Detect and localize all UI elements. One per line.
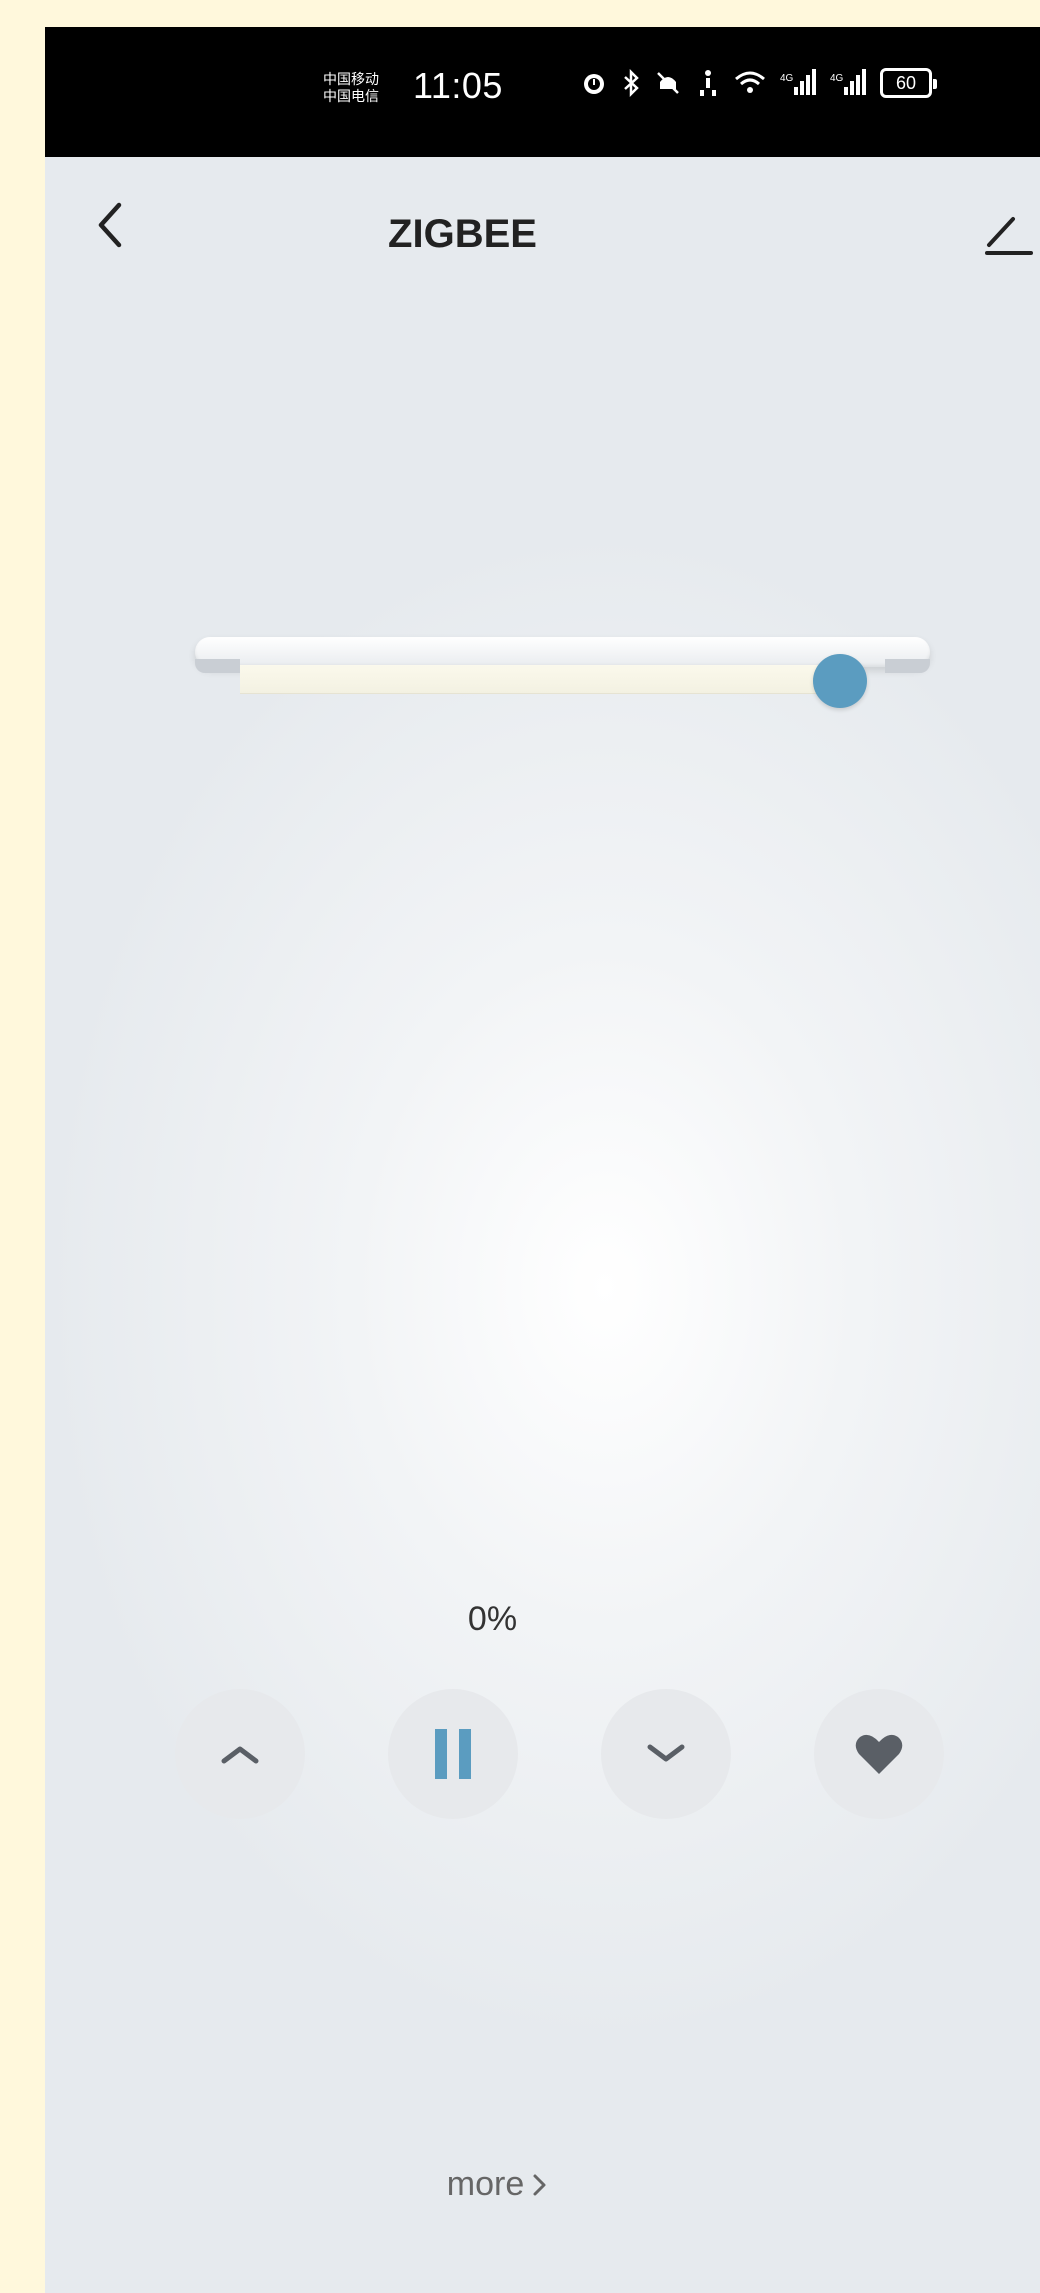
- open-button[interactable]: [175, 1689, 305, 1819]
- favorite-button[interactable]: [814, 1689, 944, 1819]
- signal-icon-2: 4G: [830, 69, 866, 95]
- pencil-icon: [985, 217, 1033, 255]
- slider-thumb[interactable]: [812, 654, 867, 708]
- more-link[interactable]: more: [447, 2165, 548, 2204]
- page-title-wrap: ZIGBEE: [45, 212, 1040, 257]
- signal-icon: 4G: [780, 69, 816, 95]
- battery-indicator: 60: [880, 68, 937, 98]
- mute-icon: [657, 72, 679, 94]
- svg-text:4G: 4G: [780, 73, 794, 84]
- edit-button[interactable]: [983, 209, 1033, 259]
- pause-button[interactable]: [388, 1689, 518, 1819]
- status-icons: 4G 4G 60: [580, 63, 937, 103]
- close-button[interactable]: [601, 1689, 731, 1819]
- svg-text:4G: 4G: [830, 73, 844, 84]
- status-bar: 中国移动 中国电信 11:05 4G 4G 60: [45, 27, 1040, 157]
- alarm-icon: [584, 74, 604, 94]
- top-bar: ZIGBEE: [45, 157, 1040, 267]
- carrier-2: 中国电信: [323, 88, 379, 104]
- chevron-down-icon: [647, 1744, 685, 1762]
- pause-icon: [435, 1729, 471, 1779]
- curtain-controls: [175, 1689, 995, 1819]
- chevron-up-icon: [221, 1746, 259, 1764]
- rail-end-right: [885, 659, 930, 673]
- percent-wrap: 0%: [45, 1600, 1040, 1639]
- chevron-right-icon: [533, 2174, 546, 2195]
- status-time: 11:05: [413, 65, 503, 106]
- open-percentage: 0%: [467, 1600, 518, 1638]
- page-title: ZIGBEE: [388, 212, 537, 256]
- more-label: more: [446, 2165, 525, 2203]
- rail-end-left: [195, 659, 240, 673]
- bluetooth-icon: [624, 69, 639, 97]
- carrier-1: 中国移动: [323, 71, 379, 87]
- data-transfer-icon: [700, 70, 716, 96]
- carrier-label: 中国移动 中国电信: [323, 71, 379, 105]
- heart-icon: [855, 1734, 903, 1774]
- phone-screen: 中国移动 中国电信 11:05 4G 4G 60 ZIGBEE 0% more: [45, 27, 1040, 2293]
- more-link-wrap: more: [45, 2165, 1040, 2204]
- wifi-icon: [735, 71, 765, 93]
- curtain-position-slider[interactable]: [195, 637, 930, 717]
- curtain-fabric: [240, 665, 840, 694]
